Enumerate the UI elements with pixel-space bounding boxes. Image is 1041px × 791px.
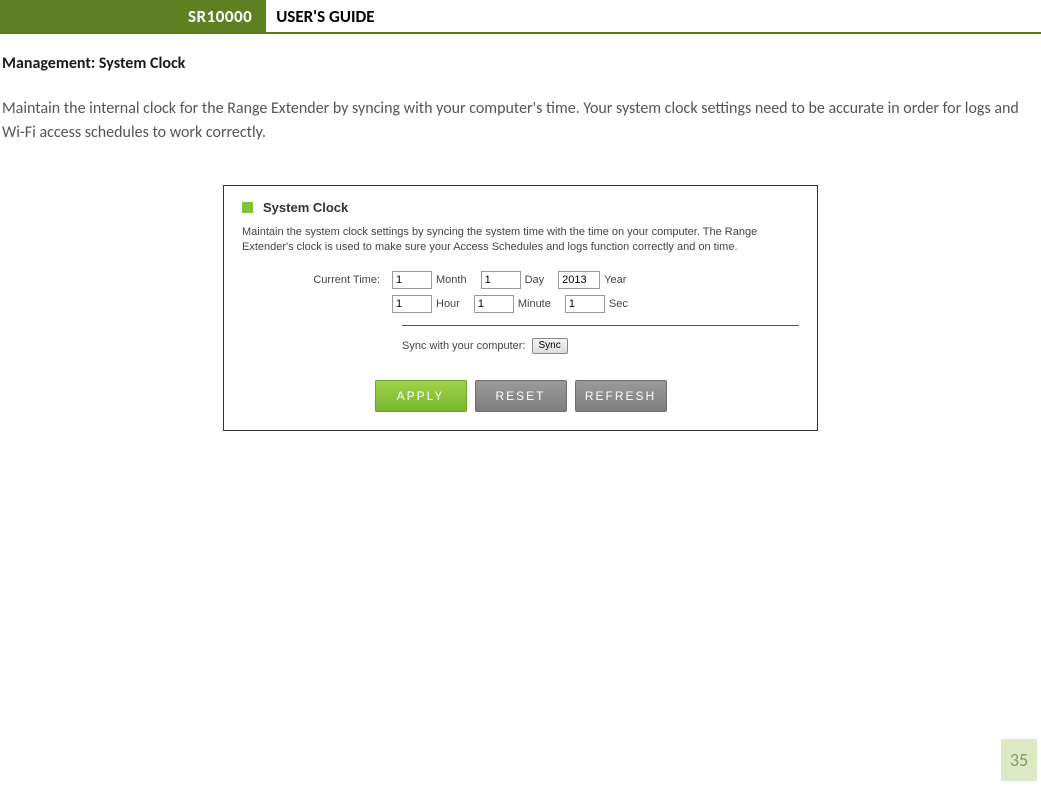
form-divider <box>402 325 799 326</box>
day-label: Day <box>525 274 545 286</box>
product-name: SR10000 <box>18 0 266 32</box>
header-accent <box>0 0 18 32</box>
date-row: Current Time: Month Day Year <box>242 271 799 289</box>
page-number: 35 <box>1001 739 1037 781</box>
system-clock-panel: System Clock Maintain the system clock s… <box>223 185 818 431</box>
document-header: SR10000 USER'S GUIDE <box>0 0 1041 34</box>
page-body: Management: System Clock Maintain the in… <box>0 34 1041 431</box>
year-input[interactable] <box>558 271 600 289</box>
action-buttons: APPLY RESET REFRESH <box>242 380 799 412</box>
panel-title: System Clock <box>263 200 348 215</box>
time-fields: Hour Minute Sec <box>392 295 638 313</box>
sync-row: Sync with your computer: Sync <box>402 338 799 354</box>
panel-title-icon <box>242 202 253 213</box>
reset-button[interactable]: RESET <box>475 380 567 412</box>
month-input[interactable] <box>392 271 432 289</box>
minute-label: Minute <box>518 298 551 310</box>
sec-label: Sec <box>609 298 628 310</box>
intro-text: Maintain the internal clock for the Rang… <box>2 97 1033 145</box>
section-title: Management: System Clock <box>2 54 1041 73</box>
hour-label: Hour <box>436 298 460 310</box>
day-input[interactable] <box>481 271 521 289</box>
sync-button[interactable]: Sync <box>532 338 568 354</box>
document-title: USER'S GUIDE <box>266 0 374 32</box>
time-row: Hour Minute Sec <box>242 295 799 313</box>
sec-input[interactable] <box>565 295 605 313</box>
date-fields: Month Day Year <box>392 271 636 289</box>
apply-button[interactable]: APPLY <box>375 380 467 412</box>
refresh-button[interactable]: REFRESH <box>575 380 667 412</box>
hour-input[interactable] <box>392 295 432 313</box>
current-time-label: Current Time: <box>242 274 392 286</box>
clock-form: Current Time: Month Day Year Hour Minute <box>242 271 799 412</box>
month-label: Month <box>436 274 467 286</box>
panel-header: System Clock <box>242 200 799 215</box>
sync-label: Sync with your computer: <box>402 340 526 352</box>
panel-description: Maintain the system clock settings by sy… <box>242 225 799 255</box>
minute-input[interactable] <box>474 295 514 313</box>
year-label: Year <box>604 274 626 286</box>
